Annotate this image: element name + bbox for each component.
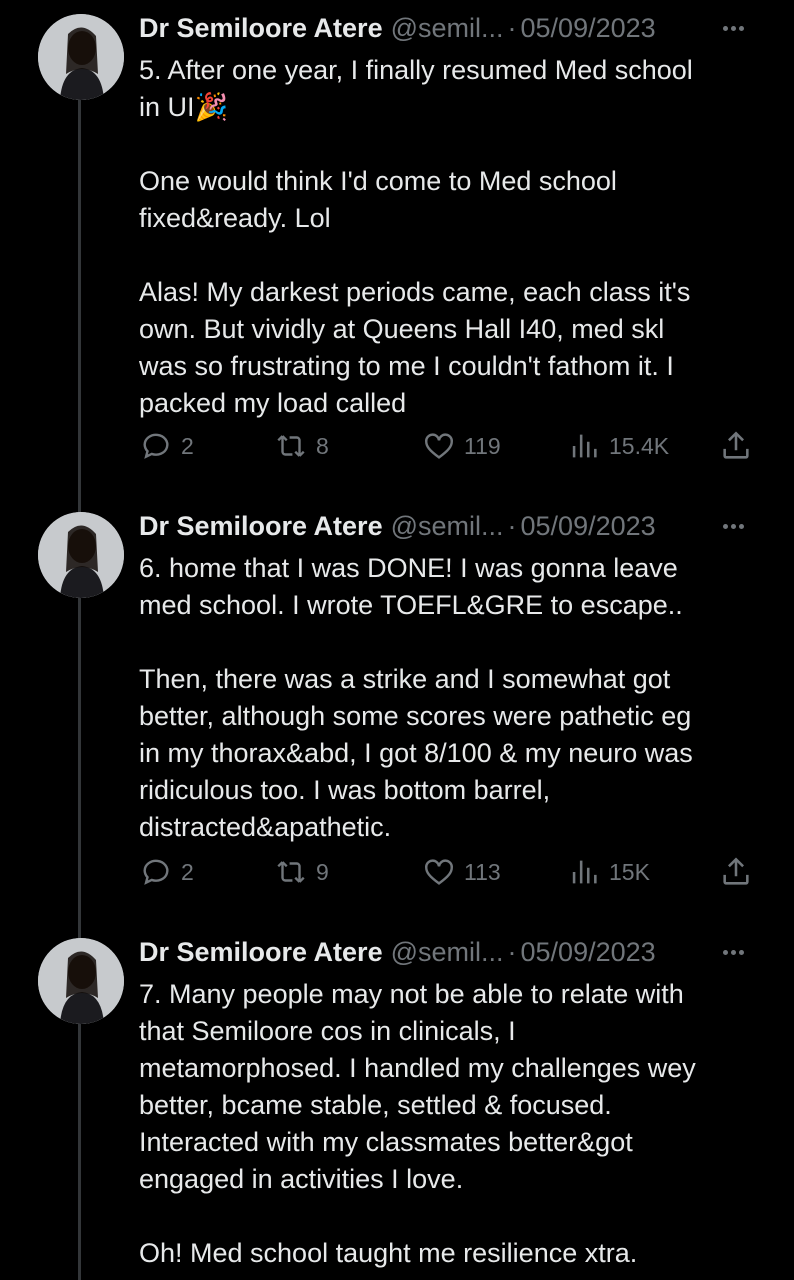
tweet-actions: 2 8 119 15.4K [139,426,759,466]
retweet-count: 9 [316,858,329,885]
like-count: 119 [464,432,501,459]
tweet-header: Dr Semiloore Atere @semil... · 05/09/202… [139,8,656,48]
retweet-button[interactable]: 9 [274,852,329,892]
tweet-text: 6. home that I was DONE! I was gonna lea… [139,553,693,842]
tweet-actions: 2 9 113 15K [139,852,759,892]
retweet-icon [277,435,305,457]
tweet-header: Dr Semiloore Atere @semil... · 05/09/202… [139,932,656,972]
author-handle[interactable]: @semil... [391,937,504,968]
view-count: 15K [609,858,650,885]
tweet-date[interactable]: 05/09/2023 [521,511,656,542]
tweet-5[interactable]: Dr Semiloore Atere @semil... · 05/09/202… [0,8,794,468]
separator: · [507,936,517,967]
tweet-date[interactable]: 05/09/2023 [521,937,656,968]
share-icon [723,857,749,885]
tweet-7[interactable]: Dr Semiloore Atere @semil... · 05/09/202… [0,932,794,1280]
like-icon [425,433,453,459]
reply-count: 2 [181,432,194,459]
author-name[interactable]: Dr Semiloore Atere [139,511,383,542]
tweet-text: 7. Many people may not be able to relate… [139,979,696,1268]
share-button[interactable] [719,426,761,466]
avatar[interactable] [38,512,124,598]
retweet-count: 8 [316,432,329,459]
more-icon[interactable] [723,18,753,38]
avatar[interactable] [38,938,124,1024]
reply-button[interactable]: 2 [139,426,194,466]
tweet-date[interactable]: 05/09/2023 [521,13,656,44]
retweet-icon [277,861,305,883]
views-button[interactable]: 15K [567,852,650,892]
tweet-text: 5. After one year, I finally resumed Med… [139,55,693,418]
author-name[interactable]: Dr Semiloore Atere [139,937,383,968]
share-icon [723,431,749,459]
author-name[interactable]: Dr Semiloore Atere [139,13,383,44]
author-handle[interactable]: @semil... [391,13,504,44]
like-count: 113 [464,858,501,885]
like-button[interactable]: 119 [422,426,501,466]
avatar[interactable] [38,14,124,100]
views-icon [572,860,597,884]
tweet-6[interactable]: Dr Semiloore Atere @semil... · 05/09/202… [0,506,794,896]
views-button[interactable]: 15.4K [567,426,669,466]
separator: · [507,510,517,541]
share-button[interactable] [719,852,761,892]
author-handle[interactable]: @semil... [391,511,504,542]
like-icon [425,859,453,885]
retweet-button[interactable]: 8 [274,426,329,466]
more-icon[interactable] [723,516,753,536]
reply-count: 2 [181,858,194,885]
separator: · [507,12,517,43]
reply-button[interactable]: 2 [139,852,194,892]
reply-icon [143,433,169,459]
view-count: 15.4K [609,432,670,459]
like-button[interactable]: 113 [422,852,501,892]
more-icon[interactable] [723,942,753,962]
reply-icon [143,859,169,885]
views-icon [572,434,597,458]
tweet-header: Dr Semiloore Atere @semil... · 05/09/202… [139,506,656,546]
